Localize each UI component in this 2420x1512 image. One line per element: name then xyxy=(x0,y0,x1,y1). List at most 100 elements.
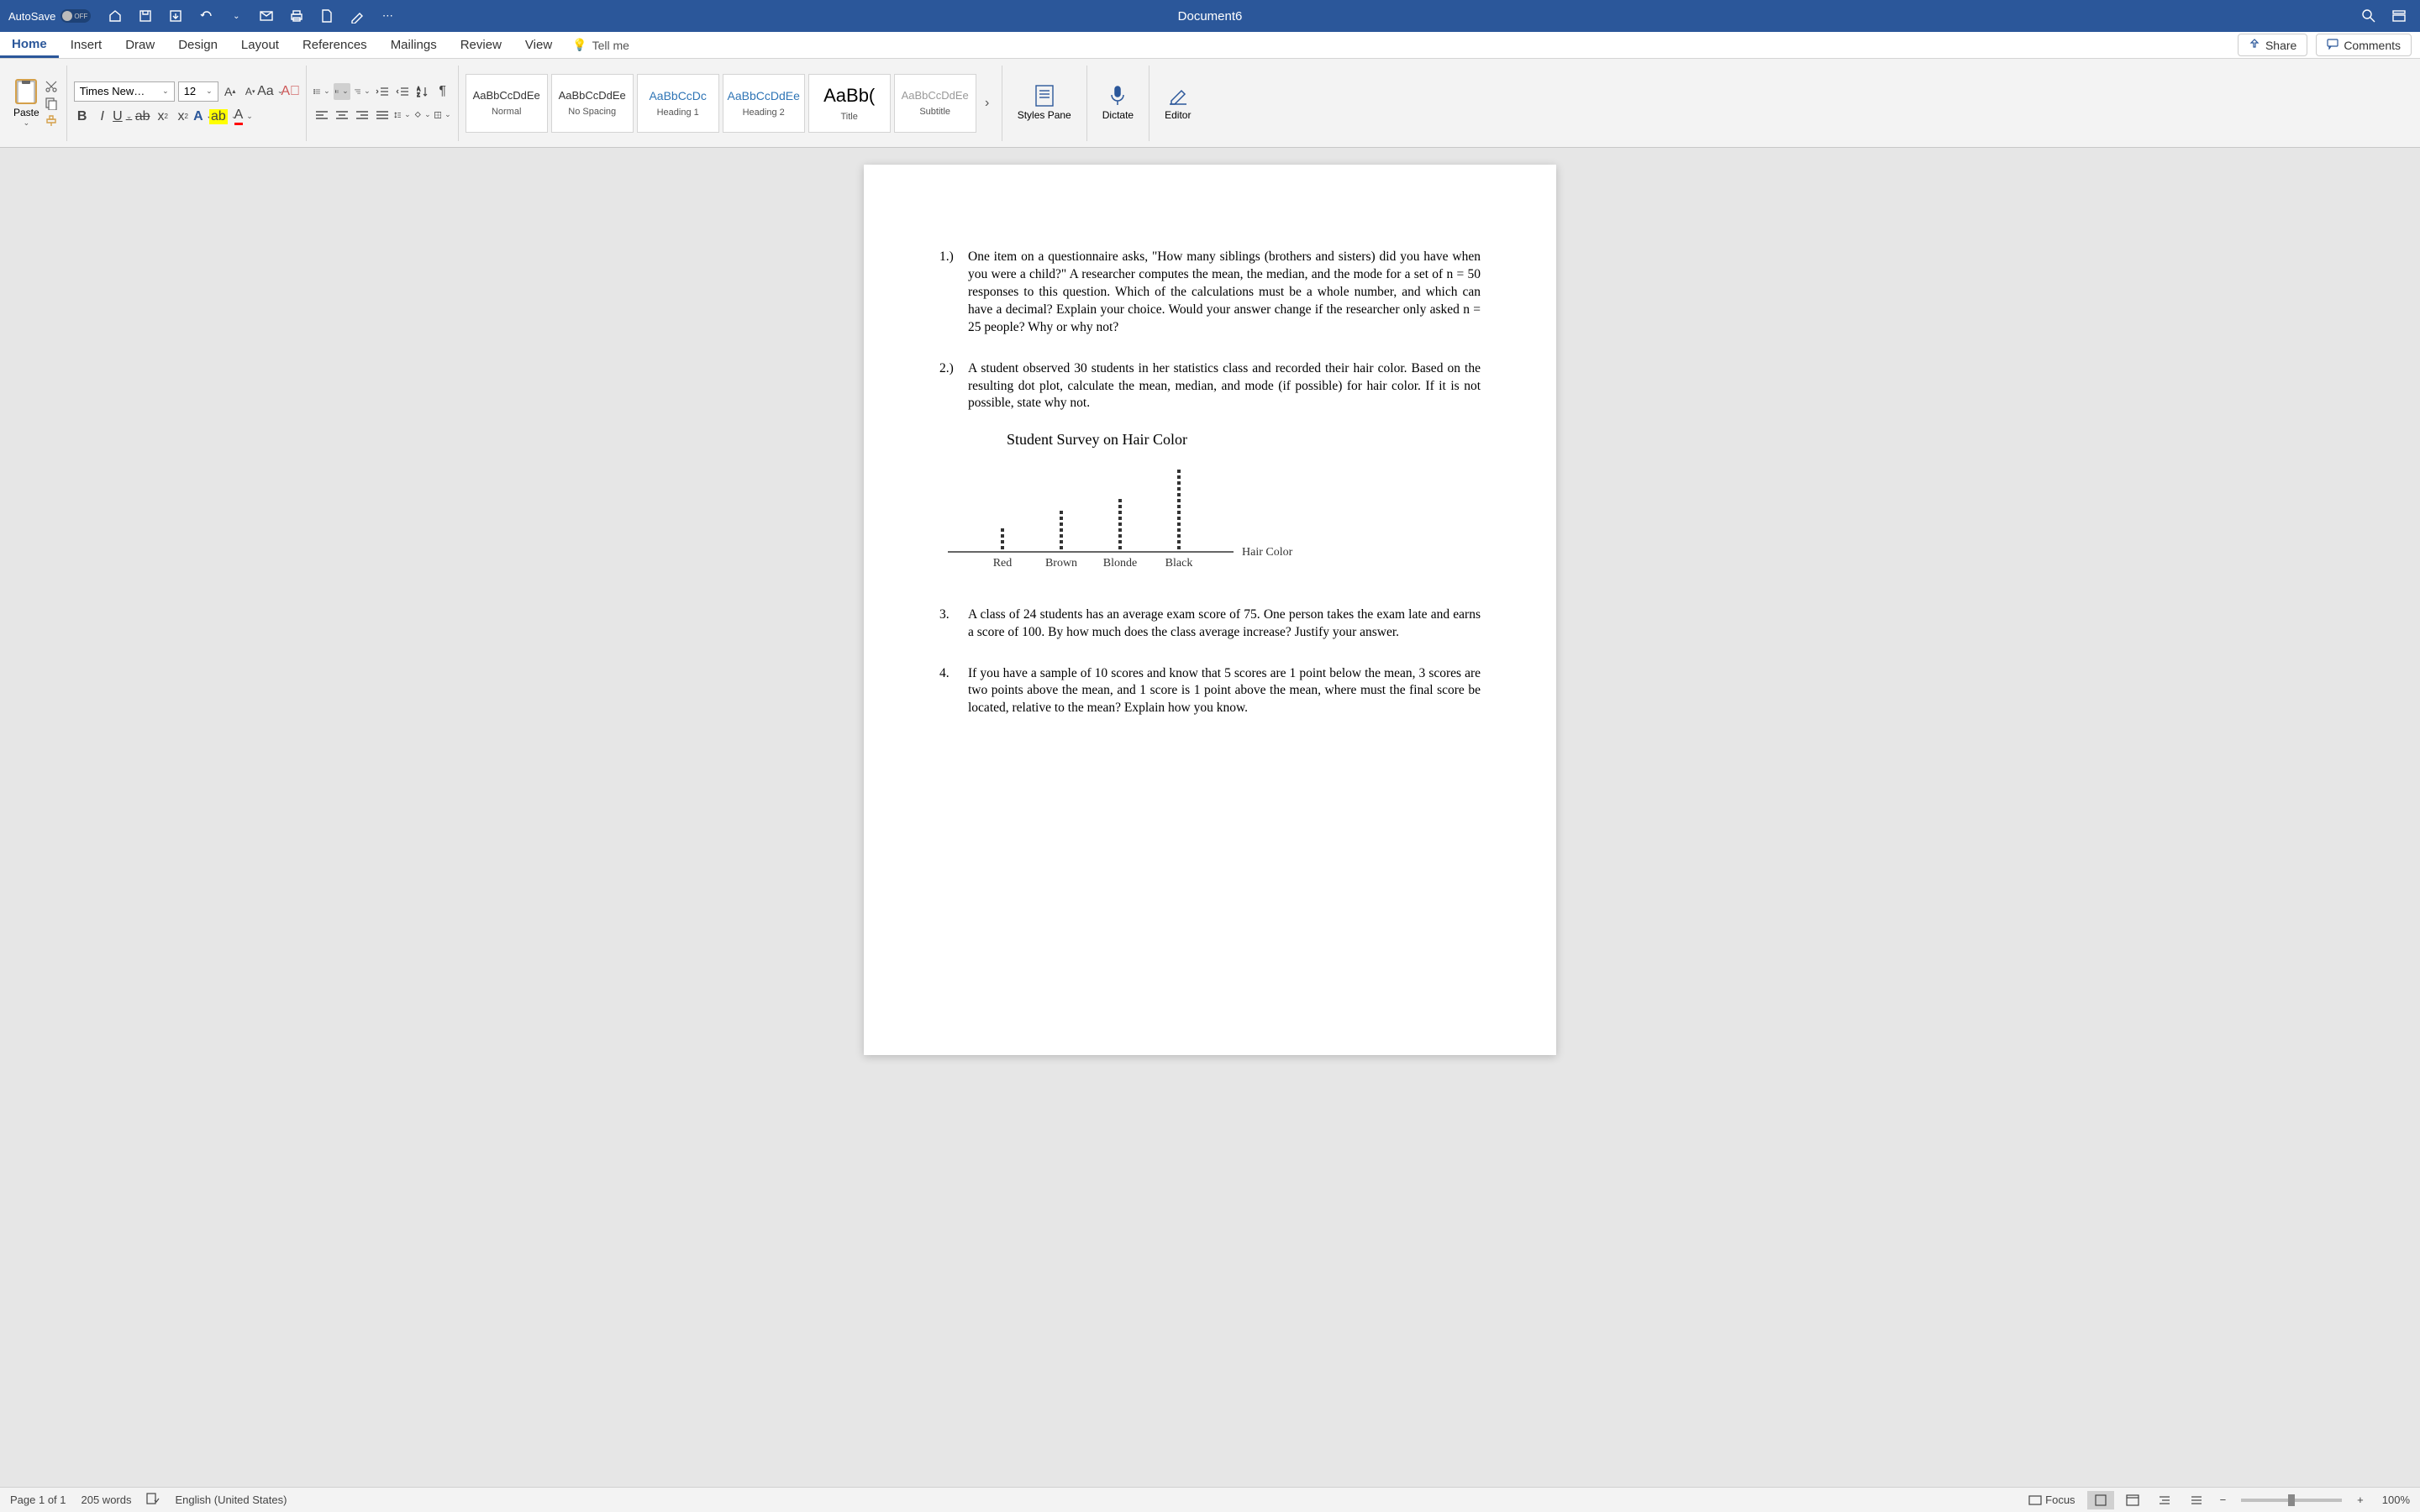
tab-insert[interactable]: Insert xyxy=(59,32,114,58)
underline-button[interactable]: U⌄ xyxy=(114,108,131,125)
export-icon[interactable] xyxy=(168,8,183,24)
copy-icon[interactable] xyxy=(45,97,60,110)
language-indicator[interactable]: English (United States) xyxy=(175,1494,287,1506)
justify-button[interactable] xyxy=(374,107,391,123)
style-subtitle[interactable]: AaBbCcDdEe Subtitle xyxy=(894,74,976,133)
styles-more-button[interactable]: › xyxy=(980,74,995,133)
comment-icon xyxy=(2327,38,2338,52)
ribbon-options-icon[interactable] xyxy=(2391,8,2407,24)
zoom-level[interactable]: 100% xyxy=(2374,1494,2410,1506)
paragraph-group: ⌄ 123⌄ ⌄ AZ ¶ ⌄ ⌄ ⌄ xyxy=(307,66,459,141)
home-icon[interactable] xyxy=(108,8,123,24)
styles-pane-group: Styles Pane xyxy=(1002,66,1086,141)
titlebar: AutoSave OFF ⌄ ⋯ Document6 xyxy=(0,0,2420,32)
align-left-button[interactable] xyxy=(313,107,330,123)
undo-dropdown-icon[interactable]: ⌄ xyxy=(229,8,244,24)
focus-mode-button[interactable]: Focus xyxy=(2022,1490,2081,1509)
chart-title: Student Survey on Hair Color xyxy=(1007,429,1481,449)
autosave-switch[interactable]: OFF xyxy=(60,9,91,23)
tab-review[interactable]: Review xyxy=(449,32,513,58)
question-item: 2.) A student observed 30 students in he… xyxy=(939,360,1481,413)
zoom-in-button[interactable]: + xyxy=(2352,1494,2369,1506)
comments-button[interactable]: Comments xyxy=(2316,34,2412,56)
more-icon[interactable]: ⋯ xyxy=(380,8,395,24)
strikethrough-button[interactable]: ab xyxy=(134,108,151,125)
decrease-indent-button[interactable] xyxy=(374,83,391,100)
bullets-button[interactable]: ⌄ xyxy=(313,83,330,100)
print-layout-view-button[interactable] xyxy=(2087,1491,2114,1509)
page-indicator[interactable]: Page 1 of 1 xyxy=(10,1494,66,1506)
tab-references[interactable]: References xyxy=(291,32,379,58)
style-heading1[interactable]: AaBbCcDc Heading 1 xyxy=(637,74,719,133)
shading-button[interactable]: ⌄ xyxy=(414,107,431,123)
zoom-out-button[interactable]: − xyxy=(2215,1494,2232,1506)
paste-button[interactable]: Paste ⌄ xyxy=(13,78,39,128)
change-case-icon[interactable]: Aa⌄ xyxy=(262,83,279,100)
zoom-slider[interactable] xyxy=(2241,1499,2342,1502)
svg-text:A: A xyxy=(417,87,420,92)
align-center-button[interactable] xyxy=(334,107,350,123)
style-title[interactable]: AaBb( Title xyxy=(808,74,891,133)
document-page[interactable]: 1.) One item on a questionnaire asks, "H… xyxy=(864,165,1556,1055)
increase-indent-button[interactable] xyxy=(394,83,411,100)
tab-mailings[interactable]: Mailings xyxy=(379,32,449,58)
styles-pane-button[interactable]: Styles Pane xyxy=(1009,84,1080,121)
highlight-button[interactable]: ab⌄ xyxy=(215,108,232,125)
save-icon[interactable] xyxy=(138,8,153,24)
dictate-button[interactable]: Dictate xyxy=(1094,84,1142,121)
font-name-select[interactable]: Times New… ⌄ xyxy=(74,81,175,102)
new-doc-icon[interactable] xyxy=(319,8,334,24)
italic-button[interactable]: I xyxy=(94,108,111,125)
document-area[interactable]: 1.) One item on a questionnaire asks, "H… xyxy=(0,148,2420,1487)
tab-layout[interactable]: Layout xyxy=(229,32,291,58)
style-heading2[interactable]: AaBbCcDdEe Heading 2 xyxy=(723,74,805,133)
web-layout-view-button[interactable] xyxy=(2119,1491,2146,1509)
search-icon[interactable] xyxy=(2361,8,2376,24)
category-label: Blonde xyxy=(1103,557,1137,570)
style-normal[interactable]: AaBbCcDdEe Normal xyxy=(466,74,548,133)
borders-button[interactable]: ⌄ xyxy=(434,107,451,123)
format-painter-icon[interactable] xyxy=(45,113,60,127)
autosave-toggle[interactable]: AutoSave OFF xyxy=(0,9,99,23)
draft-view-button[interactable] xyxy=(2183,1491,2210,1509)
undo-icon[interactable] xyxy=(198,8,213,24)
superscript-button[interactable]: x2 xyxy=(175,108,192,125)
numbered-list-button[interactable]: 123⌄ xyxy=(334,83,350,100)
subscript-button[interactable]: x2 xyxy=(155,108,171,125)
share-button[interactable]: Share xyxy=(2238,34,2307,56)
increase-font-icon[interactable]: A▴ xyxy=(222,83,239,100)
print-icon[interactable] xyxy=(289,8,304,24)
outline-view-button[interactable] xyxy=(2151,1491,2178,1509)
clear-format-icon[interactable]: A⃠ xyxy=(282,83,299,100)
tab-view[interactable]: View xyxy=(513,32,564,58)
editor-button[interactable]: Editor xyxy=(1156,84,1199,121)
mail-icon[interactable] xyxy=(259,8,274,24)
bold-button[interactable]: B xyxy=(74,108,91,125)
chevron-down-icon: ⌄ xyxy=(203,87,213,96)
tab-draw[interactable]: Draw xyxy=(113,32,166,58)
style-no-spacing[interactable]: AaBbCcDdEe No Spacing xyxy=(551,74,634,133)
question-text: A class of 24 students has an average ex… xyxy=(968,606,1481,642)
multilevel-list-button[interactable]: ⌄ xyxy=(354,83,371,100)
tab-home[interactable]: Home xyxy=(0,32,59,58)
show-marks-button[interactable]: ¶ xyxy=(434,83,451,100)
tell-me-search[interactable]: 💡 Tell me xyxy=(564,38,629,52)
draw-icon[interactable] xyxy=(350,8,365,24)
spellcheck-icon[interactable] xyxy=(146,1492,160,1508)
dotplot-chart: Student Survey on Hair Color xyxy=(939,429,1481,580)
word-count[interactable]: 205 words xyxy=(82,1494,132,1506)
tell-me-label: Tell me xyxy=(592,39,629,52)
font-color-button[interactable]: A⌄ xyxy=(235,108,252,125)
font-size-select[interactable]: 12 ⌄ xyxy=(178,81,218,102)
ribbon-content: Paste ⌄ Times New… ⌄ 12 ⌄ A▴ A▾ Aa⌄ xyxy=(0,59,2420,148)
svg-text:1: 1 xyxy=(335,90,336,92)
line-spacing-button[interactable]: ⌄ xyxy=(394,107,411,123)
styles-group: AaBbCcDdEe Normal AaBbCcDdEe No Spacing … xyxy=(459,66,1002,141)
decrease-font-icon[interactable]: A▾ xyxy=(242,83,259,100)
share-icon xyxy=(2249,38,2260,52)
cut-icon[interactable] xyxy=(45,80,60,93)
sort-button[interactable]: AZ xyxy=(414,83,431,100)
chevron-down-icon: ⌄ xyxy=(159,87,169,96)
align-right-button[interactable] xyxy=(354,107,371,123)
tab-design[interactable]: Design xyxy=(166,32,229,58)
